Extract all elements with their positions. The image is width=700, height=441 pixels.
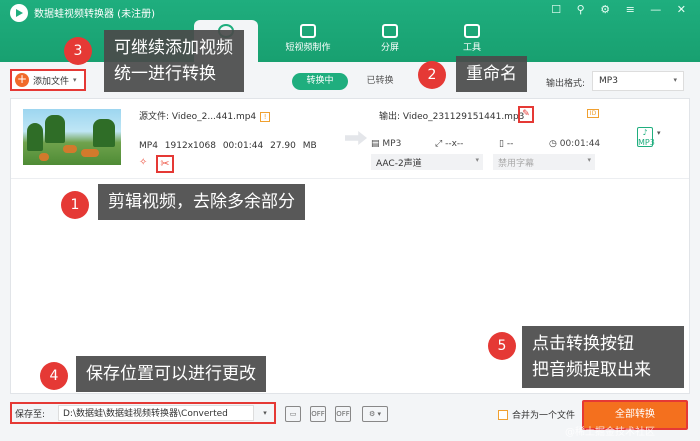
effect-icon[interactable]: ✧ bbox=[139, 157, 153, 171]
subtitle-value: 禁用字幕 bbox=[498, 159, 535, 169]
tab-converted[interactable]: 已转换 bbox=[358, 73, 402, 90]
app-logo-icon bbox=[10, 4, 28, 22]
output-format-label: 输出格式: bbox=[546, 79, 586, 89]
save-location[interactable]: 保存至: D:\数据蛙\数据蛙视频转换器\Converted ▾ bbox=[10, 402, 276, 424]
app-window: 数据蛙视频转换器 (未注册) ☐ ⚲ ⚙ ≡ — ✕ 短视频制作 分屏 工具 +… bbox=[0, 0, 700, 441]
video-thumbnail[interactable] bbox=[23, 109, 121, 165]
rename-icon[interactable]: ✎ bbox=[518, 106, 534, 123]
output-format: ▤ MP3 bbox=[371, 139, 401, 149]
source-file-info: MP4 1912x1068 00:01:44 27.90 MB bbox=[139, 141, 317, 151]
callout-convert: 点击转换按钮 把音频提取出来 bbox=[522, 326, 684, 388]
source-file-label: 源文件: Video_2...441.mp4 bbox=[139, 112, 257, 122]
thumbnail-tree bbox=[45, 115, 65, 143]
image-icon bbox=[300, 24, 316, 38]
output-size: ▯ -- bbox=[499, 139, 513, 149]
thumbnail-figure bbox=[63, 145, 77, 153]
save-label: 保存至: bbox=[15, 409, 46, 420]
output-duration: ◷ 00:01:44 bbox=[549, 139, 600, 149]
add-file-label: 添加文件 bbox=[33, 76, 70, 87]
source-file-name: 源文件: Video_2...441.mp4! bbox=[139, 109, 271, 122]
tab-split-screen[interactable]: 分屏 bbox=[358, 20, 422, 62]
output-resolution-text: --x-- bbox=[445, 139, 464, 149]
save-path-input[interactable]: D:\数据蛙\数据蛙视频转换器\Converted bbox=[58, 405, 254, 421]
chevron-down-icon: ▾ bbox=[475, 156, 479, 164]
chevron-down-icon: ▾ bbox=[673, 76, 677, 84]
chevron-down-icon[interactable]: ▾ bbox=[73, 76, 77, 84]
add-file-button[interactable]: + 添加文件 ▾ bbox=[10, 69, 86, 91]
file-icon: ▯ bbox=[499, 139, 504, 149]
warning-icon[interactable]: ! bbox=[260, 112, 271, 122]
clock-icon: ◷ bbox=[549, 139, 557, 149]
app-title: 数据蛙视频转换器 (未注册) bbox=[34, 9, 155, 20]
merge-checkbox[interactable] bbox=[498, 409, 508, 420]
thumbnail-tree bbox=[93, 119, 115, 147]
tab-short-video-label: 短视频制作 bbox=[285, 43, 331, 53]
output-file-name: 输出: Video_231129151441.mp3 bbox=[379, 112, 525, 122]
audio-channel-value: AAC-2声道 bbox=[376, 159, 422, 169]
folder-icon[interactable]: ▭ bbox=[285, 406, 301, 422]
tab-split-screen-label: 分屏 bbox=[380, 43, 399, 53]
id-tag-icon[interactable]: ID bbox=[587, 109, 599, 118]
output-format-text: MP3 bbox=[382, 139, 402, 149]
thumbnail-tree bbox=[27, 123, 43, 151]
audio-channel-select[interactable]: AAC-2声道 ▾ bbox=[371, 154, 483, 170]
file-row[interactable]: 源文件: Video_2...441.mp4! MP4 1912x1068 00… bbox=[11, 99, 689, 179]
toolbox-icon bbox=[464, 24, 480, 38]
hardware-accel-icon[interactable]: OFF bbox=[310, 406, 326, 422]
subtitle-select[interactable]: 禁用字幕 ▾ bbox=[493, 154, 595, 170]
arrow-right-icon bbox=[345, 131, 367, 145]
thumbnail-figure bbox=[81, 149, 99, 157]
output-format-icon[interactable]: ♪ MP3 bbox=[637, 127, 655, 147]
tab-tools-label: 工具 bbox=[462, 43, 481, 53]
split-screen-icon bbox=[382, 24, 398, 38]
resize-icon: ⤢ bbox=[435, 139, 443, 149]
window-controls[interactable]: ☐ ⚲ ⚙ ≡ — ✕ bbox=[551, 3, 692, 16]
callout-add-more: 可继续添加视频 统一进行转换 bbox=[104, 30, 244, 92]
output-format-select[interactable]: MP3 ▾ bbox=[592, 71, 684, 91]
gpu-icon[interactable]: OFF bbox=[335, 406, 351, 422]
output-format-value: MP3 bbox=[599, 76, 618, 86]
watermark: @稀土掘金技术社区 bbox=[565, 427, 655, 438]
callout-number: 1 bbox=[61, 191, 89, 219]
chevron-down-icon[interactable]: ▾ bbox=[256, 409, 274, 417]
callout-number: 2 bbox=[418, 61, 446, 89]
source-duration: 00:01:44 bbox=[222, 141, 264, 151]
tab-short-video[interactable]: 短视频制作 bbox=[276, 20, 340, 62]
callout-number: 5 bbox=[488, 332, 516, 360]
output-duration-text: 00:01:44 bbox=[559, 139, 601, 149]
cut-icon[interactable]: ✂ bbox=[156, 155, 174, 173]
tab-converting[interactable]: 转换中 bbox=[292, 73, 348, 90]
source-format: MP4 bbox=[139, 141, 158, 151]
merge-option[interactable]: 合并为一个文件 bbox=[498, 408, 575, 421]
output-resolution: ⤢ --x-- bbox=[435, 139, 463, 149]
film-icon: ▤ bbox=[371, 139, 380, 149]
chevron-down-icon: ▾ bbox=[587, 156, 591, 164]
merge-label: 合并为一个文件 bbox=[512, 411, 576, 421]
callout-cut-video: 剪辑视频，去除多余部分 bbox=[98, 184, 305, 220]
source-size: 27.90 MB bbox=[270, 141, 317, 151]
output-size-text: -- bbox=[506, 139, 514, 149]
callout-save-location: 保存位置可以进行更改 bbox=[76, 356, 266, 392]
source-resolution: 1912x1068 bbox=[164, 141, 216, 151]
plus-icon: + bbox=[15, 72, 29, 87]
callout-number: 4 bbox=[40, 362, 68, 390]
callout-number: 3 bbox=[64, 37, 92, 65]
settings-icon[interactable]: ⚙ ▾ bbox=[362, 406, 388, 422]
thumbnail-figure bbox=[39, 153, 49, 161]
callout-rename: 重命名 bbox=[456, 56, 527, 92]
chevron-down-icon[interactable]: ▾ bbox=[657, 129, 661, 137]
